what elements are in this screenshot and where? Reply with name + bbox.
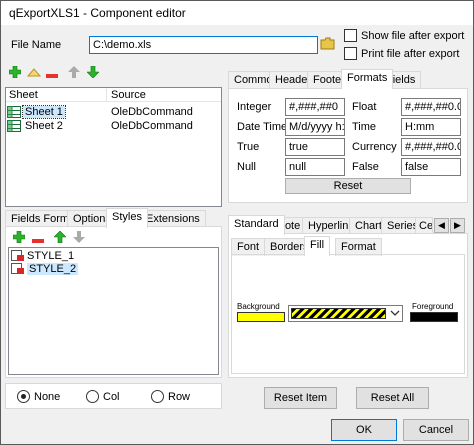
fill-pattern-select[interactable] [288, 305, 403, 322]
sheet-name-cell: Sheet 1 [22, 105, 66, 119]
integer-format-input[interactable]: #,###,##0 [285, 98, 345, 116]
print-after-export-checkbox[interactable] [344, 47, 357, 60]
datetime-label: Date Time [237, 121, 288, 133]
remove-sheet-icon[interactable] [46, 70, 58, 78]
edit-sheet-icon[interactable] [26, 68, 42, 77]
sheet-grid: Sheet Source Sheet 1 OleDbCommand Sheet … [5, 87, 222, 207]
radio-row[interactable] [151, 390, 164, 403]
formats-panel: Integer #,###,##0 Float #,###,##0.00 Dat… [228, 88, 468, 203]
component-editor-window: qExportXLS1 - Component editor File Name… [0, 0, 474, 445]
move-up-sheet-icon[interactable] [68, 66, 80, 78]
show-after-export-label: Show file after export [361, 30, 465, 42]
float-format-input[interactable]: #,###,##0.00 [401, 98, 461, 116]
radio-row-label: Row [168, 391, 191, 403]
style-icon [11, 263, 25, 275]
subtab-fill[interactable]: Fill [304, 236, 331, 256]
ok-button[interactable]: OK [331, 419, 397, 441]
time-format-input[interactable]: H:mm [401, 118, 461, 136]
add-sheet-icon[interactable] [8, 65, 22, 79]
tab-formats[interactable]: Formats [341, 69, 394, 89]
move-down-style-icon[interactable] [73, 231, 85, 243]
table-row[interactable]: Sheet 1 OleDbCommand [6, 105, 221, 119]
background-label: Background [237, 302, 280, 311]
chevron-down-icon[interactable] [389, 308, 401, 319]
false-label: False [352, 161, 379, 173]
reset-item-button[interactable]: Reset Item [264, 387, 337, 409]
fill-panel: Background Foreground [231, 254, 465, 374]
remove-style-icon[interactable] [32, 235, 44, 243]
sheet-source-cell: OleDbCommand [111, 106, 193, 118]
float-label: Float [352, 101, 377, 113]
integer-label: Integer [237, 101, 272, 113]
background-color-swatch[interactable] [237, 312, 285, 322]
foreground-label: Foreground [412, 302, 454, 311]
move-down-sheet-icon[interactable] [86, 65, 100, 79]
null-label: Null [237, 161, 256, 173]
sheet-source-cell: OleDbCommand [111, 120, 193, 132]
tab-standard[interactable]: Standard [228, 215, 285, 235]
file-name-input[interactable]: C:\demo.xls [89, 36, 318, 54]
styles-list: STYLE_1 STYLE_2 [8, 247, 219, 375]
fill-pattern-preview [291, 308, 386, 319]
currency-label: Currency [352, 141, 397, 153]
print-after-export-label: Print file after export [361, 48, 460, 60]
folder-open-icon[interactable] [320, 37, 335, 50]
style-icon [11, 250, 25, 262]
radio-none[interactable] [17, 390, 30, 403]
null-format-input[interactable]: null [285, 158, 345, 176]
file-name-label: File Name [11, 39, 62, 51]
sheet-icon [7, 120, 21, 132]
formats-reset-button[interactable]: Reset [285, 178, 411, 194]
true-format-input[interactable]: true [285, 138, 345, 156]
currency-format-input[interactable]: #,###,##0.00 [401, 138, 461, 156]
list-item[interactable]: STYLE_2 [11, 263, 211, 276]
datetime-format-input[interactable]: M/d/yyyy h:mm [285, 118, 345, 136]
move-up-style-icon[interactable] [53, 230, 67, 244]
tab-scroll-right-button[interactable]: ▶ [450, 218, 465, 233]
standard-panel: Font Borders Fill Format Background Fore… [228, 233, 468, 378]
styles-panel: STYLE_1 STYLE_2 [5, 226, 222, 378]
add-style-icon[interactable] [12, 230, 26, 244]
time-label: Time [352, 121, 377, 133]
tab-scroll-left-button[interactable]: ◀ [434, 218, 449, 233]
title-bar: qExportXLS1 - Component editor [1, 1, 473, 25]
radio-col[interactable] [86, 390, 99, 403]
list-item[interactable]: STYLE_1 [11, 250, 211, 263]
tab-styles[interactable]: Styles [106, 208, 148, 228]
false-format-input[interactable]: false [401, 158, 461, 176]
style-name: STYLE_1 [27, 250, 75, 262]
style-name: STYLE_2 [27, 263, 79, 275]
standard-subtabstrip: Font Borders Fill Format [231, 236, 465, 256]
radio-col-label: Col [103, 391, 120, 403]
window-title: qExportXLS1 - Component editor [9, 6, 186, 20]
column-header-sheet: Sheet [9, 89, 38, 101]
show-after-export-checkbox[interactable] [344, 29, 357, 42]
radio-none-label: None [34, 391, 61, 403]
column-header-source: Source [111, 89, 146, 101]
sheet-name-cell: Sheet 2 [25, 120, 63, 132]
true-label: True [237, 141, 260, 153]
sheet-grid-header: Sheet Source [6, 88, 221, 102]
stripe-radio-group: None Col Row [5, 383, 222, 409]
sheet-icon [7, 106, 21, 118]
table-row[interactable]: Sheet 2 OleDbCommand [6, 120, 221, 133]
cancel-button[interactable]: Cancel [403, 419, 469, 441]
reset-all-button[interactable]: Reset All [356, 387, 429, 409]
foreground-color-swatch[interactable] [410, 312, 458, 322]
